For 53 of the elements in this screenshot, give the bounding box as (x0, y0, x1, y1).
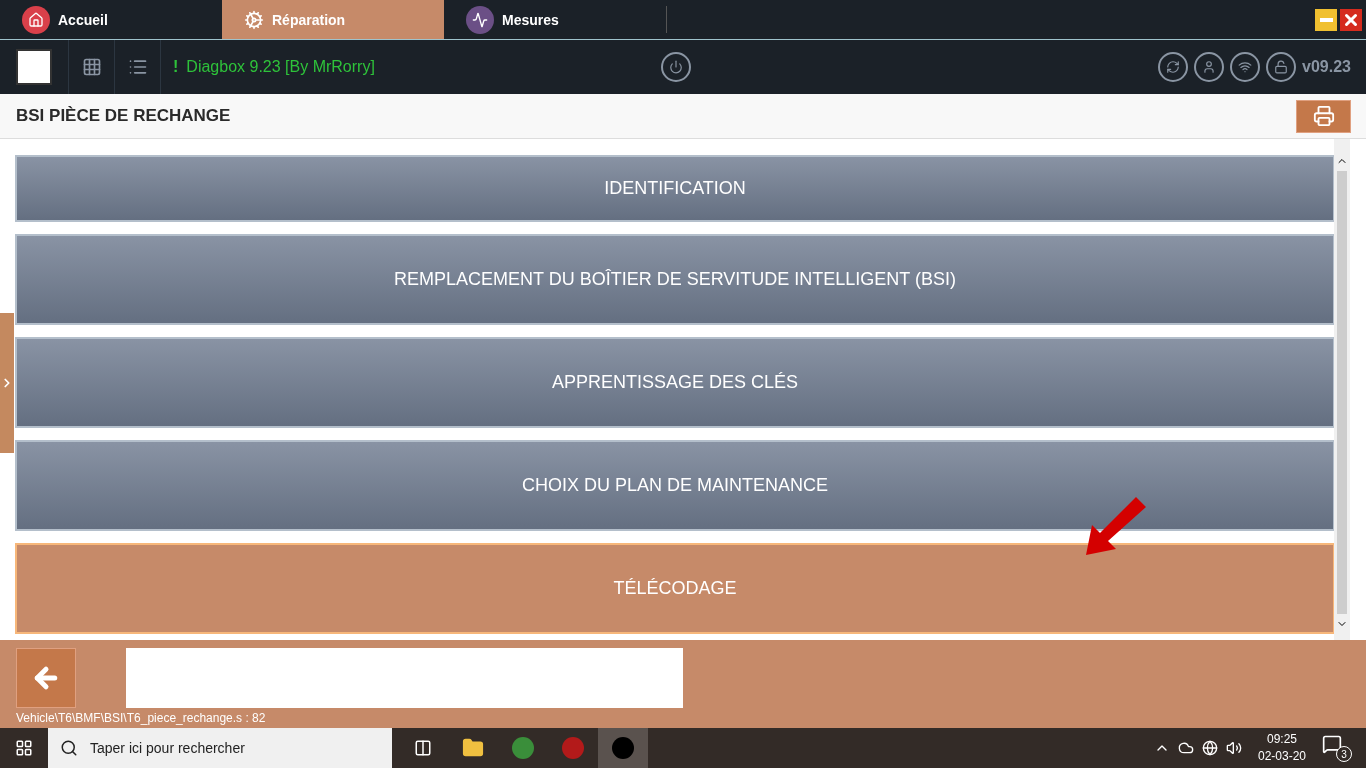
task-view-icon (414, 739, 432, 757)
back-button[interactable] (16, 648, 76, 708)
diagbox-button[interactable] (598, 728, 648, 768)
padlock-icon (1274, 60, 1289, 74)
nav-tab[interactable]: Mesures (444, 0, 666, 39)
scrollbar[interactable] (1334, 139, 1350, 640)
side-drawer-handle[interactable] (0, 313, 14, 453)
printer-icon (1312, 105, 1335, 127)
page-title: BSI PIÈCE DE RECHANGE (16, 106, 231, 126)
menu-item[interactable]: REMPLACEMENT DU BOÎTIER DE SERVITUDE INTELLIGENT (BSI) (15, 234, 1334, 325)
user-button[interactable] (1194, 52, 1225, 82)
clock-date: 02-03-20 (1257, 748, 1306, 765)
speaker-icon[interactable] (1225, 740, 1242, 756)
menu-item[interactable]: APPRENTISSAGE DES CLÉS (15, 337, 1334, 428)
home-icon (22, 5, 50, 34)
notification-count: 3 (1336, 746, 1352, 762)
clock-time: 09:25 (1266, 731, 1297, 748)
app-status: Diagbox 9.23 [By MrRorry] (186, 58, 375, 76)
menu-item[interactable]: IDENTIFICATION (15, 155, 1334, 222)
wifi-icon (1238, 60, 1253, 74)
menu-item[interactable]: TÉLÉCODAGE (15, 543, 1334, 634)
search-icon (60, 739, 78, 757)
app-icon (562, 737, 584, 759)
search-field[interactable]: Taper ici pour rechercher (48, 728, 392, 768)
globe-icon[interactable] (1201, 740, 1218, 756)
nav-tab[interactable]: Accueil (0, 0, 222, 39)
print-button[interactable] (1296, 99, 1351, 133)
grid-icon (81, 57, 102, 77)
notifications-button[interactable]: 3 (1322, 734, 1352, 762)
windows-icon (15, 739, 33, 757)
pointer-arrow-icon (1086, 497, 1146, 557)
wifi-button[interactable] (1230, 52, 1261, 82)
folder-icon (462, 737, 484, 759)
refresh-button[interactable] (1158, 52, 1189, 82)
close-button[interactable] (1340, 8, 1362, 31)
status-mark: ! (173, 58, 179, 76)
unlock-button[interactable] (1266, 52, 1297, 82)
script-path: Vehicle\T6\BMF\BSI\T6_piece_rechange.s : 82 (16, 711, 267, 725)
minimize-button[interactable] (1315, 8, 1337, 31)
user-icon (1202, 60, 1217, 74)
nav-tab[interactable]: Réparation (222, 0, 444, 39)
minimize-icon (1319, 17, 1333, 22)
app-icon (612, 737, 634, 759)
gears-icon (244, 9, 264, 30)
pulse-icon (466, 5, 494, 34)
refresh-icon (1166, 60, 1181, 74)
power-button[interactable] (661, 52, 692, 82)
list-icon (127, 57, 148, 77)
cloud-icon[interactable] (1177, 740, 1194, 756)
power-icon (669, 60, 684, 74)
menu-item[interactable]: CHOIX DU PLAN DE MAINTENANCE (15, 440, 1334, 531)
message-icon (1322, 734, 1342, 754)
version-label: v09.23 (1302, 58, 1351, 76)
